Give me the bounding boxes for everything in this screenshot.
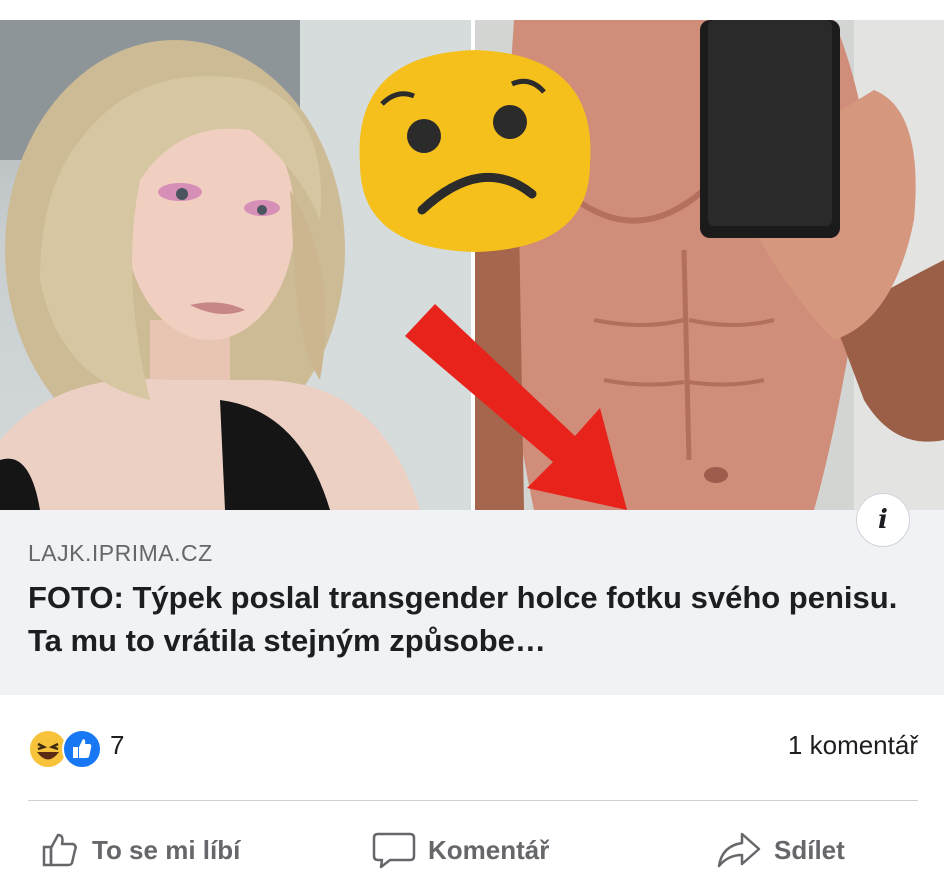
top-strip [0, 0, 944, 20]
worried-face-emoji-icon [359, 50, 591, 252]
like-reaction-icon [62, 729, 102, 769]
link-domain: LAJK.IPRIMA.CZ [28, 540, 213, 566]
red-arrow-icon [405, 304, 627, 510]
share-button-label: Sdílet [774, 834, 845, 865]
like-button[interactable]: To se mi líbí [40, 818, 240, 882]
thumbs-up-icon [42, 833, 77, 867]
comment-count[interactable]: 1 komentář [788, 730, 918, 761]
link-preview-card[interactable]: i LAJK.IPRIMA.CZ FOTO: Týpek poslal tran… [0, 20, 944, 695]
comment-bubble-icon [372, 832, 416, 869]
share-button[interactable]: Sdílet [716, 818, 845, 882]
link-headline[interactable]: FOTO: Týpek poslal transgender holce fot… [28, 576, 918, 662]
like-button-label: To se mi líbí [92, 834, 241, 865]
share-arrow-icon [717, 832, 761, 868]
comment-button-label: Komentář [428, 834, 550, 865]
actions-divider [28, 800, 918, 801]
comment-button[interactable]: Komentář [372, 818, 549, 882]
reactions-summary[interactable]: 7 1 komentář [28, 725, 918, 771]
reaction-count[interactable]: 7 [110, 730, 124, 761]
reaction-icons[interactable] [28, 729, 108, 769]
post-actions-bar: To se mi líbí Komentář Sdílet [0, 818, 944, 882]
link-meta[interactable]: LAJK.IPRIMA.CZ FOTO: Týpek poslal transg… [28, 538, 918, 662]
link-preview-image[interactable] [0, 20, 944, 510]
